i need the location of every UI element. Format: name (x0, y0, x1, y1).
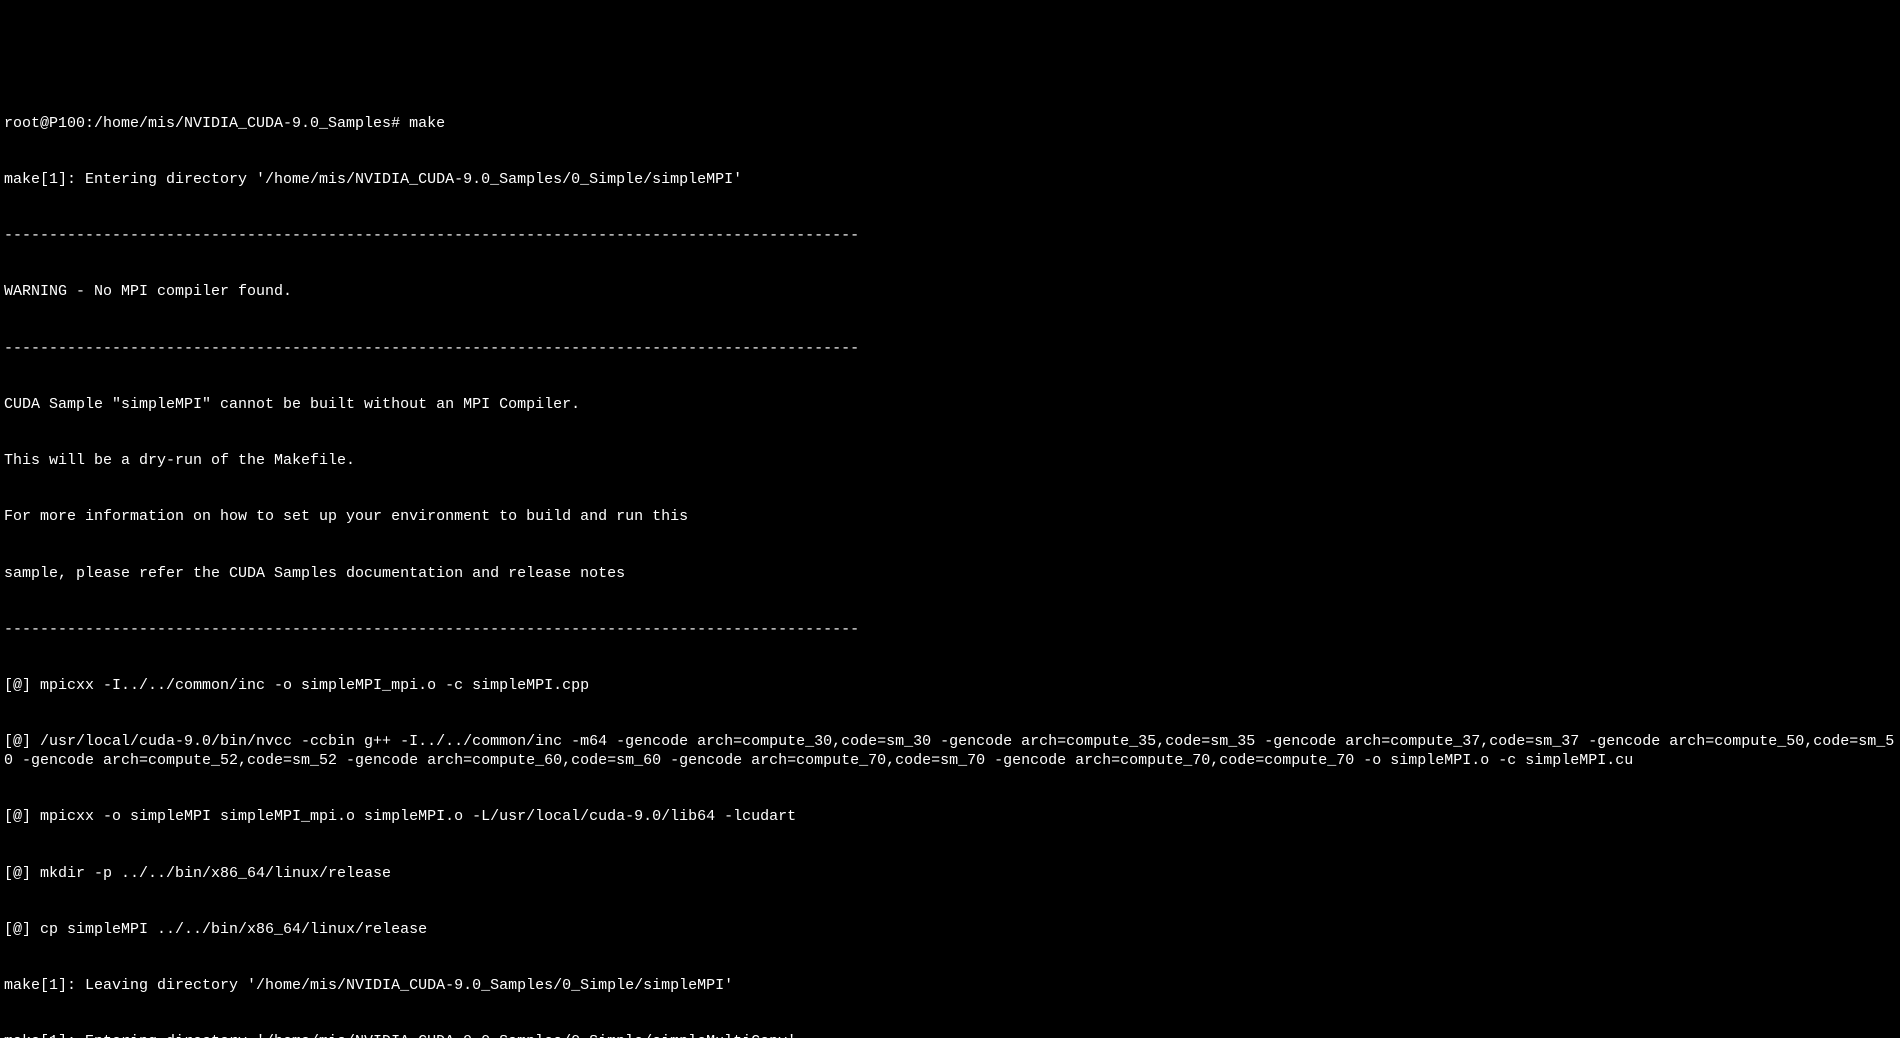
terminal-line: This will be a dry-run of the Makefile. (4, 452, 1896, 471)
terminal-line: [@] mpicxx -I../../common/inc -o simpleM… (4, 677, 1896, 696)
terminal-line: [@] cp simpleMPI ../../bin/x86_64/linux/… (4, 921, 1896, 940)
terminal-line: make[1]: Entering directory '/home/mis/N… (4, 171, 1896, 190)
terminal-line: ----------------------------------------… (4, 340, 1896, 359)
terminal-line: For more information on how to set up yo… (4, 508, 1896, 527)
terminal-line: ----------------------------------------… (4, 621, 1896, 640)
terminal-line: root@P100:/home/mis/NVIDIA_CUDA-9.0_Samp… (4, 115, 1896, 134)
terminal-line: [@] mkdir -p ../../bin/x86_64/linux/rele… (4, 865, 1896, 884)
terminal-line: ----------------------------------------… (4, 227, 1896, 246)
terminal-line: sample, please refer the CUDA Samples do… (4, 565, 1896, 584)
terminal-output[interactable]: root@P100:/home/mis/NVIDIA_CUDA-9.0_Samp… (4, 77, 1896, 1038)
terminal-line: WARNING - No MPI compiler found. (4, 283, 1896, 302)
terminal-line: make[1]: Entering directory '/home/mis/N… (4, 1033, 1896, 1038)
terminal-line: CUDA Sample "simpleMPI" cannot be built … (4, 396, 1896, 415)
terminal-line: [@] /usr/local/cuda-9.0/bin/nvcc -ccbin … (4, 733, 1896, 771)
terminal-line: [@] mpicxx -o simpleMPI simpleMPI_mpi.o … (4, 808, 1896, 827)
terminal-line: make[1]: Leaving directory '/home/mis/NV… (4, 977, 1896, 996)
